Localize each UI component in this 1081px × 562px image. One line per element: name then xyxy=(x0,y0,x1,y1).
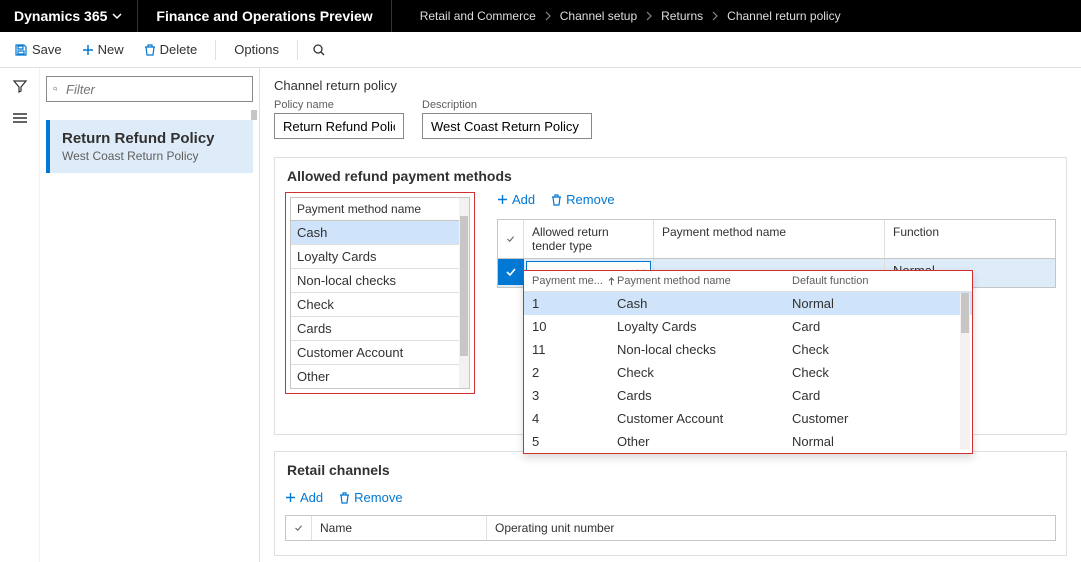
new-button[interactable]: New xyxy=(78,38,128,61)
retail-add-label: Add xyxy=(300,490,323,505)
checkmark-icon xyxy=(294,522,303,534)
pmname-header[interactable]: Payment method name xyxy=(654,220,885,258)
dd-row[interactable]: 1 Cash Normal xyxy=(524,292,972,315)
payment-method-row[interactable]: Cash xyxy=(291,221,469,245)
payment-method-row[interactable]: Other xyxy=(291,365,469,388)
plus-icon xyxy=(285,492,296,503)
breadcrumb-item[interactable]: Channel setup xyxy=(560,9,637,23)
list-item-title: Return Refund Policy xyxy=(62,130,241,147)
chevron-right-icon xyxy=(711,11,719,21)
breadcrumb-item[interactable]: Returns xyxy=(661,9,703,23)
chevron-down-icon xyxy=(111,10,123,22)
retail-grid: Name Operating unit number xyxy=(285,515,1056,541)
checkmark-icon xyxy=(505,266,517,278)
dd-row[interactable]: 4 Customer Account Customer xyxy=(524,407,972,430)
function-header[interactable]: Function xyxy=(885,220,1055,258)
delete-button[interactable]: Delete xyxy=(140,38,202,61)
dd-row[interactable]: 2 Check Check xyxy=(524,361,972,384)
payment-method-row[interactable]: Check xyxy=(291,293,469,317)
divider xyxy=(215,40,216,60)
new-label: New xyxy=(98,42,124,57)
tender-lookup-dropdown[interactable]: Payment me... Payment method name Defaul… xyxy=(523,270,973,454)
row-selected-indicator[interactable] xyxy=(498,259,524,285)
chevron-right-icon xyxy=(645,11,653,21)
policy-name-label: Policy name xyxy=(274,99,404,111)
payment-method-row[interactable]: Loyalty Cards xyxy=(291,245,469,269)
funnel-button[interactable] xyxy=(12,78,28,94)
sort-asc-icon xyxy=(607,277,616,286)
save-label: Save xyxy=(32,42,62,57)
plus-icon xyxy=(497,194,508,205)
save-icon xyxy=(14,43,28,57)
payment-method-row[interactable]: Customer Account xyxy=(291,341,469,365)
trash-icon xyxy=(144,43,156,57)
list-toggle-button[interactable] xyxy=(12,112,28,124)
checkbox-header[interactable] xyxy=(286,516,312,540)
remove-button[interactable]: Remove xyxy=(551,192,614,207)
chevron-right-icon xyxy=(544,11,552,21)
list-item-subtitle: West Coast Return Policy xyxy=(62,149,241,163)
search-icon xyxy=(53,83,58,95)
scrollbar[interactable] xyxy=(459,198,469,388)
breadcrumb-item[interactable]: Channel return policy xyxy=(727,9,840,23)
policy-list-item[interactable]: Return Refund Policy West Coast Return P… xyxy=(46,120,253,173)
oun-header[interactable]: Operating unit number xyxy=(487,516,1055,540)
checkmark-icon xyxy=(506,233,515,245)
remove-label: Remove xyxy=(566,192,614,207)
brand-label: Dynamics 365 xyxy=(14,8,107,24)
page-title: Channel return policy xyxy=(274,78,1067,93)
retail-remove-label: Remove xyxy=(354,490,402,505)
brand-menu[interactable]: Dynamics 365 xyxy=(0,0,138,32)
allowed-section-title: Allowed refund payment methods xyxy=(285,166,1056,192)
filter-input[interactable] xyxy=(64,81,246,98)
search-icon xyxy=(312,43,326,57)
breadcrumb: Retail and Commerce Channel setup Return… xyxy=(392,9,841,23)
name-header[interactable]: Name xyxy=(312,516,487,540)
dd-row[interactable]: 5 Other Normal xyxy=(524,430,972,453)
description-label: Description xyxy=(422,99,592,111)
module-title: Finance and Operations Preview xyxy=(138,0,391,32)
scroll-indicator xyxy=(251,110,257,120)
retail-section-title: Retail channels xyxy=(285,460,1056,486)
retail-add-button[interactable]: Add xyxy=(285,490,323,505)
plus-icon xyxy=(82,44,94,56)
payment-method-list-box: Payment method name Cash Loyalty Cards N… xyxy=(285,192,475,394)
dd-header-fn[interactable]: Default function xyxy=(792,275,964,287)
funnel-icon xyxy=(12,78,28,94)
add-button[interactable]: Add xyxy=(497,192,535,207)
retail-remove-button[interactable]: Remove xyxy=(339,490,402,505)
search-button[interactable] xyxy=(312,43,326,57)
trash-icon xyxy=(551,194,562,206)
dd-header-id[interactable]: Payment me... xyxy=(532,275,617,287)
delete-label: Delete xyxy=(160,42,198,57)
divider xyxy=(297,40,298,60)
dd-row[interactable]: 10 Loyalty Cards Card xyxy=(524,315,972,338)
tender-header[interactable]: Allowed return tender type xyxy=(524,220,654,258)
checkbox-header[interactable] xyxy=(498,220,524,258)
dd-row[interactable]: 11 Non-local checks Check xyxy=(524,338,972,361)
add-label: Add xyxy=(512,192,535,207)
save-button[interactable]: Save xyxy=(10,38,66,61)
policy-name-input[interactable] xyxy=(274,113,404,139)
dd-row[interactable]: 3 Cards Card xyxy=(524,384,972,407)
payment-method-header[interactable]: Payment method name xyxy=(290,197,470,220)
list-icon xyxy=(12,112,28,124)
description-input[interactable] xyxy=(422,113,592,139)
options-label: Options xyxy=(234,42,279,57)
trash-icon xyxy=(339,492,350,504)
options-button[interactable]: Options xyxy=(230,38,283,61)
payment-method-row[interactable]: Non-local checks xyxy=(291,269,469,293)
dd-header-name[interactable]: Payment method name xyxy=(617,275,792,287)
filter-input-wrapper[interactable] xyxy=(46,76,253,102)
payment-method-row[interactable]: Cards xyxy=(291,317,469,341)
scrollbar[interactable] xyxy=(960,293,970,449)
breadcrumb-item[interactable]: Retail and Commerce xyxy=(420,9,536,23)
